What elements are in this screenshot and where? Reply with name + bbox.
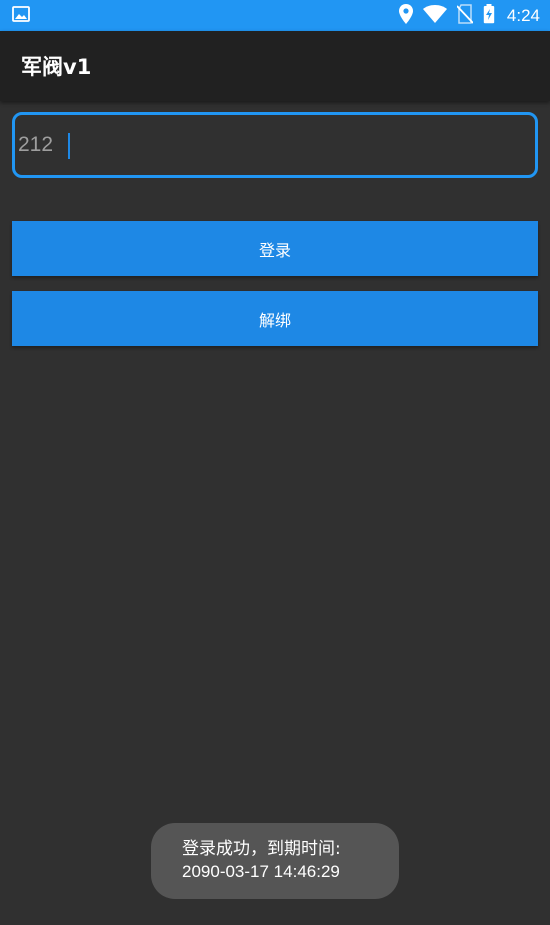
toast-message: 登录成功，到期时间: 2090-03-17 14:46:29 [151,823,399,899]
location-icon [398,3,413,28]
unbind-button[interactable]: 解绑 [12,291,538,346]
status-right: 4:24 [398,3,540,28]
app-title: 军阀v1 [21,55,92,79]
status-time: 4:24 [506,5,540,25]
code-input[interactable] [15,115,535,175]
login-button[interactable]: 登录 [12,221,538,276]
text-cursor [68,133,70,159]
toast-expiry-time: 2090-03-17 14:46:29 [182,862,340,881]
status-left [12,5,30,27]
code-input-container [12,112,538,178]
app-screen: 4:24 军阀v1 登录 解绑 登录成功，到期时间: 2090-03-17 14… [0,0,550,925]
app-bar: 军阀v1 [0,31,550,101]
no-sim-icon [456,3,474,28]
image-notification-icon [12,5,30,27]
status-bar: 4:24 [0,0,550,31]
toast-status-text: 登录成功，到期时间: [182,839,341,859]
battery-charging-icon [483,3,495,28]
wifi-icon [422,4,447,27]
